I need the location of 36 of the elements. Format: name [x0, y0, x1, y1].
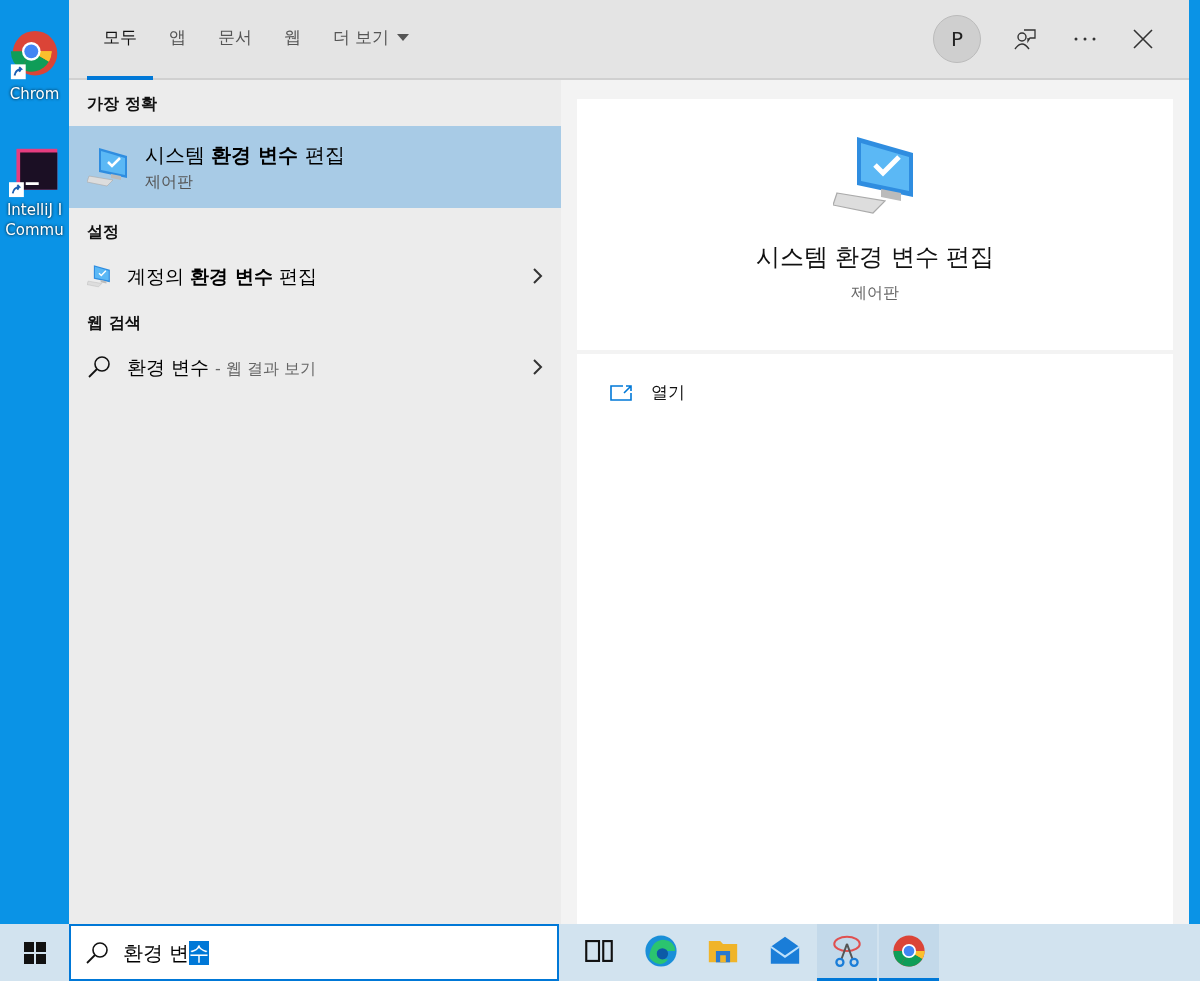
- filter-tab[interactable]: 더 보기: [317, 0, 426, 80]
- chrome-icon: [892, 934, 926, 968]
- result-item[interactable]: 환경 변수 - 웹 결과 보기: [69, 344, 561, 389]
- computer-icon: [87, 264, 111, 289]
- scissors-icon: [830, 934, 864, 968]
- feedback-icon: [1013, 27, 1037, 51]
- search-field[interactable]: 환경 변수: [69, 924, 559, 981]
- section-heading: 웹 검색: [86, 311, 142, 334]
- windows-icon: [23, 941, 46, 964]
- preview-title: 시스템 환경 변수 편집: [755, 242, 995, 273]
- filter-tab[interactable]: 앱: [153, 0, 202, 80]
- search-icon: [87, 354, 111, 379]
- result-item[interactable]: 계정의 환경 변수 편집: [69, 254, 561, 299]
- result-title: 시스템 환경 변수 편집: [145, 143, 345, 167]
- filter-tab[interactable]: 문서: [202, 0, 268, 80]
- filter-tab[interactable]: 웹: [268, 0, 317, 80]
- close-icon: [1133, 29, 1153, 49]
- open-action[interactable]: 열기: [609, 380, 685, 406]
- icon-label: Commu: [5, 220, 64, 240]
- result-title: 환경 변수: [127, 355, 210, 378]
- search-query: 환경 변수: [123, 939, 210, 967]
- account-avatar[interactable]: P: [933, 15, 981, 63]
- result-subtitle: 제어판: [145, 171, 194, 193]
- open-icon: [609, 383, 633, 402]
- more-icon: [1073, 36, 1097, 42]
- edge-icon: [644, 934, 678, 968]
- section-heading: 설정: [86, 221, 120, 243]
- preview-subtitle: 제어판: [851, 282, 899, 304]
- computer-icon: [87, 146, 129, 188]
- result-item[interactable]: 시스템 환경 변수 편집 제어판: [69, 126, 561, 208]
- section-heading: 가장 정확: [86, 93, 158, 115]
- result-hint: - 웹 결과 보기: [215, 358, 317, 378]
- search-icon: [85, 940, 109, 965]
- icon-label: Chrom: [9, 84, 60, 104]
- icon-label: IntelliJ I: [6, 200, 63, 220]
- result-title: 계정의 환경 변수 편집: [127, 265, 317, 287]
